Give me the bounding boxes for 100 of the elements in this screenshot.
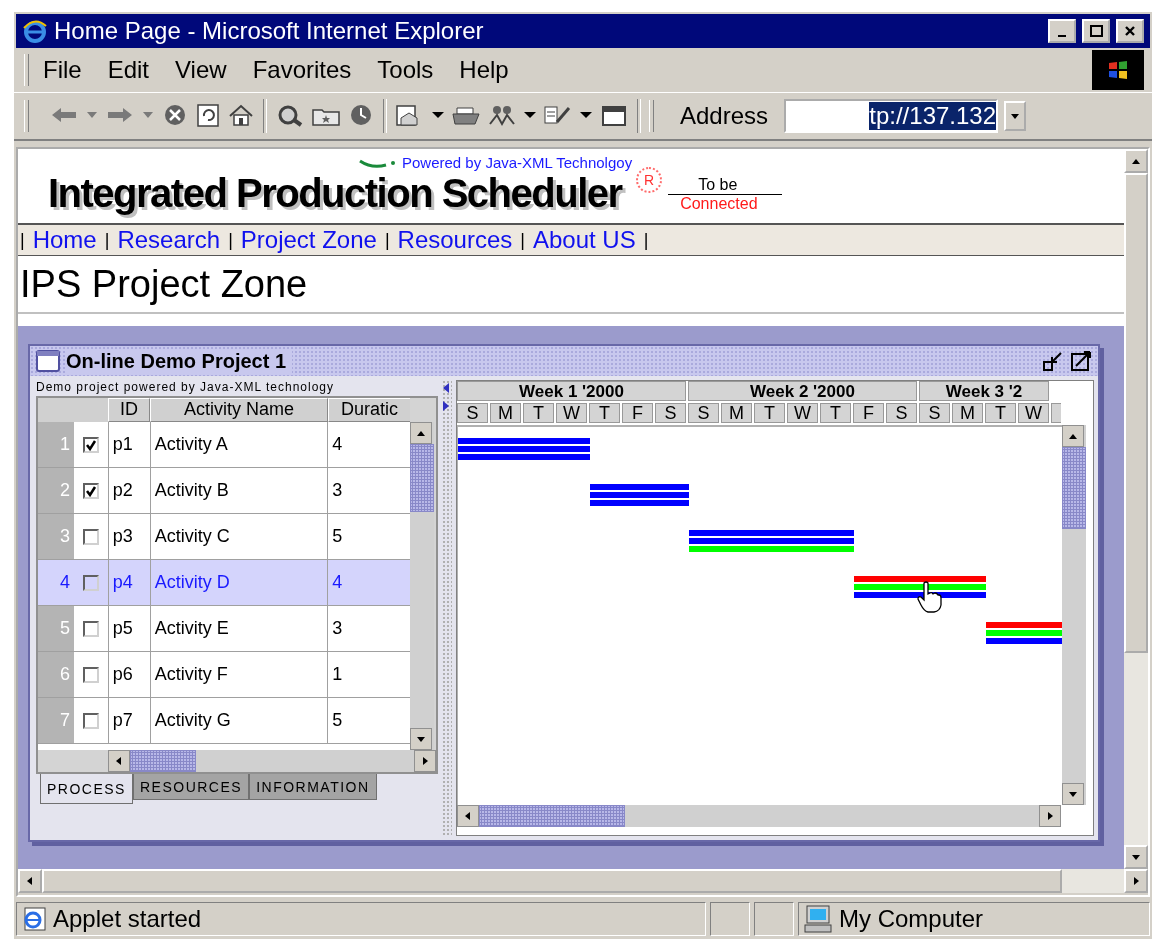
checkbox[interactable]	[82, 528, 99, 545]
checkbox[interactable]	[82, 436, 99, 453]
column-header[interactable]: ID	[108, 398, 150, 422]
logo-text: Integrated Production Scheduler	[48, 171, 624, 215]
maximize-icon[interactable]	[1070, 350, 1092, 372]
checkbox[interactable]	[82, 712, 99, 729]
day-header	[1051, 403, 1061, 423]
week-header: Week 2 '2000	[688, 381, 917, 401]
checkbox[interactable]	[82, 482, 99, 499]
computer-icon	[803, 904, 833, 934]
window-title: Home Page - Microsoft Internet Explorer	[54, 17, 485, 45]
horizontal-scrollbar[interactable]	[457, 805, 1061, 827]
menu-item[interactable]: Favorites	[252, 56, 366, 84]
nav-link[interactable]: Research	[117, 226, 221, 254]
nav-link[interactable]: Project Zone	[240, 226, 377, 254]
table-cell: Activity F	[150, 652, 329, 697]
table-cell: p7	[108, 698, 151, 743]
table-cell-text: 3	[331, 617, 344, 640]
scrollbar-thumb[interactable]	[130, 750, 196, 772]
left-arrow-icon[interactable]	[442, 382, 450, 394]
row-number: 3	[38, 514, 74, 559]
vertical-scrollbar[interactable]	[410, 422, 434, 750]
table-cell-text: 1	[331, 663, 344, 686]
connection-label: To be	[668, 176, 783, 195]
day-header: M	[721, 403, 752, 423]
day-header: T	[985, 403, 1016, 423]
nav-link[interactable]: About US	[533, 226, 636, 254]
scrollbar-thumb[interactable]	[1062, 447, 1086, 529]
tab[interactable]: PROCESS	[40, 774, 133, 804]
table-row[interactable]: 5 p5 Activity E 3	[38, 606, 410, 652]
week-header: Week 3 '2	[919, 381, 1049, 401]
vertical-scrollbar[interactable]	[1062, 425, 1086, 805]
menu-item[interactable]: Tools	[377, 56, 448, 84]
refresh-icon[interactable]	[195, 104, 221, 128]
menu-item[interactable]: Help	[459, 56, 523, 84]
column-header[interactable]: Activity Name	[150, 398, 328, 422]
table-row[interactable]: 1 p1 Activity A 4	[38, 422, 410, 468]
scrollbar-thumb[interactable]	[410, 444, 434, 512]
close-icon[interactable]	[1123, 24, 1137, 38]
address-field[interactable]: tp://137.132	[784, 99, 999, 133]
panel-caption: Demo project powered by Java-XML technology	[36, 380, 336, 396]
table-row[interactable]: 6 p6 Activity F 1	[38, 652, 410, 698]
people-icon[interactable]	[487, 104, 517, 128]
column-header[interactable]: Duratic	[328, 398, 410, 422]
day-header: S	[886, 403, 917, 423]
row-number: 7	[38, 698, 74, 743]
table-cell: p2	[108, 468, 151, 513]
day-header: W	[787, 403, 818, 423]
day-header: T	[820, 403, 851, 423]
menu-item[interactable]: View	[175, 56, 241, 84]
windows-logo	[1092, 50, 1144, 90]
table-row[interactable]: 2 p2 Activity B 3	[38, 468, 410, 514]
table-cell: Activity G	[150, 698, 329, 743]
table-cell: Activity C	[150, 514, 329, 559]
table-cell: Activity B	[150, 468, 329, 513]
tab[interactable]: RESOURCES	[132, 774, 250, 800]
day-header: S	[688, 403, 719, 423]
browser-logo-icon	[22, 18, 48, 44]
registered-mark: R	[636, 167, 663, 193]
checkbox[interactable]	[82, 666, 99, 683]
maximize-icon[interactable]	[1089, 24, 1103, 38]
checkbox[interactable]	[82, 620, 99, 637]
scrollbar-thumb[interactable]	[479, 805, 625, 827]
table-cell-text: 5	[331, 525, 344, 548]
minimize-icon[interactable]	[1042, 350, 1064, 372]
horizontal-scrollbar[interactable]	[108, 750, 436, 772]
splitter-handle[interactable]	[442, 380, 452, 836]
row-number: 2	[38, 468, 74, 513]
day-header: T	[523, 403, 554, 423]
week-header: Week 1 '2000	[457, 381, 686, 401]
day-header: S	[655, 403, 686, 423]
day-header: T	[589, 403, 620, 423]
day-header: S	[919, 403, 950, 423]
right-arrow-icon[interactable]	[442, 400, 450, 412]
window-icon[interactable]	[599, 104, 629, 128]
pointer-hand-icon	[916, 581, 942, 613]
menu-item[interactable]: File	[43, 56, 96, 84]
nav-link[interactable]: Home	[32, 226, 97, 254]
row-number: 1	[38, 422, 74, 467]
status-pane	[754, 902, 794, 936]
day-header: W	[1018, 403, 1049, 423]
day-header: W	[556, 403, 587, 423]
nav-separator: |	[520, 229, 525, 251]
menu-item[interactable]: Edit	[107, 56, 164, 84]
table-row[interactable]: 7 p7 Activity G 5	[38, 698, 410, 744]
day-header: T	[754, 403, 785, 423]
vertical-scrollbar[interactable]	[1124, 149, 1148, 869]
home-icon[interactable]	[227, 104, 255, 128]
tab[interactable]: INFORMATION	[249, 774, 377, 800]
table-cell-text: 5	[331, 709, 344, 732]
checkbox[interactable]	[82, 574, 99, 591]
address-label: Address	[680, 102, 769, 130]
row-number: 5	[38, 606, 74, 651]
selected-row[interactable]: 4 p4 Activity D 4	[38, 560, 410, 606]
table-cell: Activity A	[150, 422, 329, 467]
connection-status: Connected	[679, 195, 759, 213]
row-number: 6	[38, 652, 74, 697]
printer-icon[interactable]	[451, 104, 481, 128]
day-header: F	[853, 403, 884, 423]
nav-link[interactable]: Resources	[397, 226, 513, 254]
